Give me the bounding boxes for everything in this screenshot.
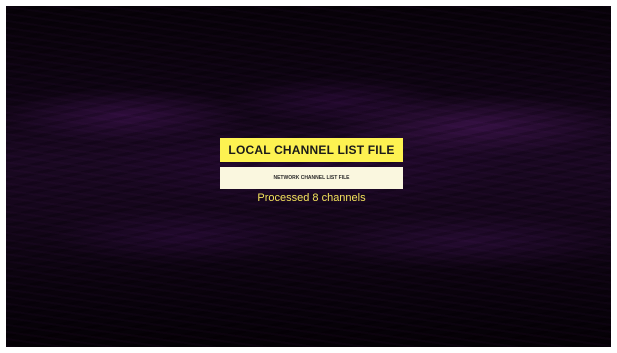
app-screen: LOCAL CHANNEL LIST FILE NETWORK CHANNEL … bbox=[6, 6, 611, 347]
status-message: Processed 8 channels bbox=[257, 192, 366, 204]
channel-source-menu: LOCAL CHANNEL LIST FILE NETWORK CHANNEL … bbox=[220, 138, 403, 204]
window-frame: LOCAL CHANNEL LIST FILE NETWORK CHANNEL … bbox=[0, 0, 617, 353]
network-channel-list-button[interactable]: NETWORK CHANNEL LIST FILE bbox=[220, 167, 403, 189]
local-channel-list-button[interactable]: LOCAL CHANNEL LIST FILE bbox=[220, 138, 403, 162]
